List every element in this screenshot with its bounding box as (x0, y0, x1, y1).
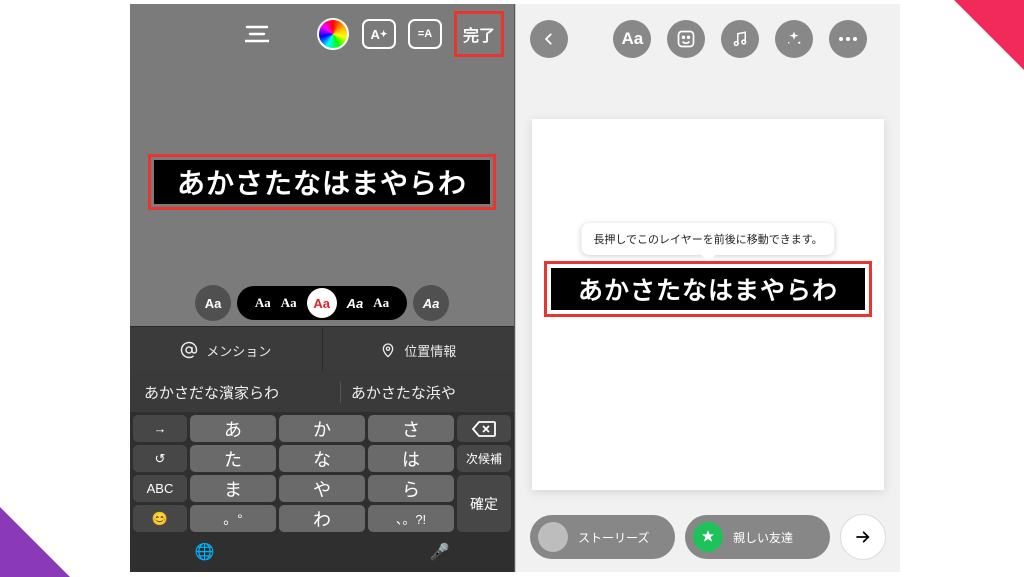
more-button[interactable] (829, 20, 867, 58)
font-style-carousel[interactable]: Aa Aa Aa Aa Aa Aa Aa (130, 282, 514, 324)
key-spacer (279, 535, 365, 569)
effects-button[interactable] (775, 20, 813, 58)
key-a[interactable]: あ (190, 415, 276, 442)
done-button[interactable]: 完了 (459, 16, 499, 52)
send-button[interactable] (840, 514, 886, 560)
tutorial-slide: A✦ =A 完了 あかさたなはまやらわ Aa Aa Aa Aa Aa Aa Aa (0, 0, 1024, 577)
key-punct[interactable]: 、。?! (368, 505, 454, 532)
placed-text-sticker[interactable]: あかさたなはまやらわ (551, 268, 865, 310)
text-animation-icon[interactable]: =A (408, 17, 442, 51)
phone-right-story-compose: Aa 長押しでこのレイヤーを前後に移動できます。 (515, 4, 900, 572)
key-wa[interactable]: わ (279, 505, 365, 532)
key-na[interactable]: な (279, 445, 365, 472)
share-close-friends-label: 親しい友達 (733, 529, 793, 546)
key-ma[interactable]: ま (190, 475, 276, 502)
share-stories-button[interactable]: ストーリーズ (530, 515, 675, 559)
ime-suggestion-bar[interactable]: あかさだな濱家らわ あかさたな浜や (130, 372, 514, 412)
star-icon (693, 522, 723, 552)
color-picker-icon[interactable] (316, 17, 350, 51)
key-backspace[interactable] (457, 415, 511, 442)
location-button[interactable]: 位置情報 (323, 327, 515, 373)
key-ta[interactable]: た (190, 445, 276, 472)
key-ha[interactable]: は (368, 445, 454, 472)
story-toolbar: Aa (516, 14, 900, 64)
share-close-friends-button[interactable]: 親しい友達 (685, 515, 830, 559)
phone-left-text-editor: A✦ =A 完了 あかさたなはまやらわ Aa Aa Aa Aa Aa Aa Aa (130, 4, 515, 572)
location-label: 位置情報 (404, 341, 456, 360)
phone-pair: A✦ =A 完了 あかさたなはまやらわ Aa Aa Aa Aa Aa Aa Aa (130, 4, 900, 572)
decor-corner-bl (0, 507, 70, 577)
key-symbols[interactable]: 。° (190, 505, 276, 532)
key-next-candidate[interactable]: 次候補 (457, 445, 511, 472)
tag-bar: メンション 位置情報 (130, 326, 514, 373)
story-canvas[interactable]: 長押しでこのレイヤーを前後に移動できます。 あかさたなはまやらわ (532, 119, 884, 490)
layer-tooltip: 長押しでこのレイヤーを前後に移動できます。 (581, 223, 834, 255)
back-button[interactable] (530, 20, 568, 58)
key-mic[interactable]: 🎤 (368, 535, 511, 569)
key-emoji[interactable]: 😊 (133, 505, 187, 532)
highlight-done: 完了 (454, 11, 504, 57)
font-chip[interactable]: Aa (255, 295, 271, 311)
font-chip[interactable]: Aa (413, 285, 449, 321)
typed-text[interactable]: あかさたなはまやらわ (154, 160, 490, 204)
key-globe[interactable]: 🌐 (133, 535, 276, 569)
music-button[interactable] (721, 20, 759, 58)
font-chip[interactable]: Aa (281, 295, 297, 311)
key-abc[interactable]: ABC (133, 475, 187, 502)
font-chip-group: Aa Aa Aa Aa Aa (237, 286, 407, 320)
text-effect-icon[interactable]: A✦ (362, 17, 396, 51)
mention-label: メンション (206, 341, 271, 360)
mention-button[interactable]: メンション (130, 327, 323, 373)
key-shift-right[interactable]: → (133, 415, 187, 442)
key-ra[interactable]: ら (368, 475, 454, 502)
suggestion-2[interactable]: あかさたな浜や (340, 382, 514, 403)
sticker-button[interactable] (667, 20, 705, 58)
text-tool-button[interactable]: Aa (613, 20, 651, 58)
decor-corner-tr (954, 0, 1024, 70)
align-icon[interactable] (240, 17, 274, 51)
highlight-typed-text: あかさたなはまやらわ (148, 154, 496, 210)
key-sa[interactable]: さ (368, 415, 454, 442)
highlight-placed-text: あかさたなはまやらわ (544, 261, 872, 317)
key-confirm[interactable]: 確定 (457, 475, 511, 532)
share-bar: ストーリーズ 親しい友達 (530, 512, 886, 562)
key-ya[interactable]: や (279, 475, 365, 502)
suggestion-1[interactable]: あかさだな濱家らわ (130, 382, 340, 403)
key-ka[interactable]: か (279, 415, 365, 442)
font-chip[interactable]: Aa (373, 295, 389, 311)
editor-toolbar: A✦ =A 完了 (130, 4, 514, 64)
font-chip[interactable]: Aa (347, 296, 364, 311)
keyboard: → あ か さ ↺ た な は 次候補 ABC ま や ら 確定 😊 。° わ … (130, 412, 514, 572)
key-undo[interactable]: ↺ (133, 445, 187, 472)
font-chip[interactable]: Aa (195, 285, 231, 321)
share-stories-label: ストーリーズ (578, 529, 649, 546)
avatar-icon (538, 522, 568, 552)
font-chip-selected[interactable]: Aa (307, 288, 337, 318)
